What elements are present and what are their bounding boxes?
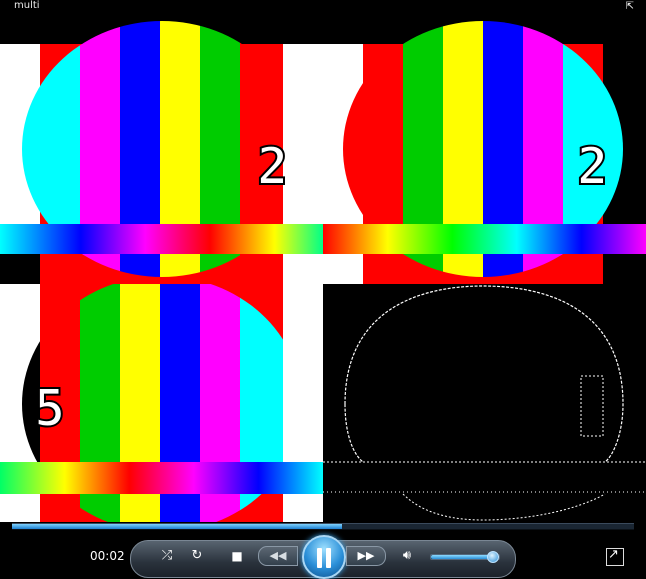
edge-card-bottom-right (323, 284, 646, 522)
pause-icon (317, 548, 331, 568)
media-player-window: multi ⇱ 2 2 5 00:02 ⤮ ↻ ■ ◀◀ ▶▶ 🔊︎ ↗ (0, 0, 646, 579)
tile-digit: 2 (257, 137, 288, 197)
seek-bar[interactable] (12, 523, 634, 530)
video-tile-bottom-left: 5 (0, 284, 323, 522)
tile-digit: 5 (34, 379, 65, 439)
speaker-icon[interactable]: 🔊︎ (396, 547, 418, 565)
elapsed-time: 00:02 (90, 549, 125, 563)
volume-slider[interactable] (430, 551, 500, 563)
switch-to-library-icon[interactable]: ⇱ (616, 1, 634, 13)
next-icon: ▶▶ (357, 549, 375, 562)
video-tile-bottom-right (323, 284, 646, 522)
fullscreen-icon[interactable] (606, 547, 624, 566)
title-bar: multi ⇱ (0, 0, 646, 14)
previous-icon: ◀◀ (269, 549, 287, 562)
shuffle-icon[interactable]: ⤮ (156, 547, 178, 565)
test-card-top-left: 2 (0, 14, 323, 284)
volume-level (431, 555, 493, 559)
window-title: multi (14, 0, 40, 11)
next-button[interactable]: ▶▶ (346, 546, 386, 566)
stop-icon[interactable]: ■ (226, 547, 248, 565)
test-card-top-right: 2 (323, 14, 646, 284)
video-area[interactable]: 2 2 5 (0, 14, 646, 522)
video-tile-top-right: 2 (323, 14, 646, 284)
video-tile-top-left: 2 (0, 14, 323, 284)
repeat-icon[interactable]: ↻ (186, 547, 208, 565)
seek-bar-progress (12, 524, 342, 529)
tile-digit: 2 (577, 137, 608, 197)
play-pause-button[interactable] (302, 535, 346, 579)
previous-button[interactable]: ◀◀ (258, 546, 298, 566)
test-card-bottom-left: 5 (0, 284, 323, 522)
